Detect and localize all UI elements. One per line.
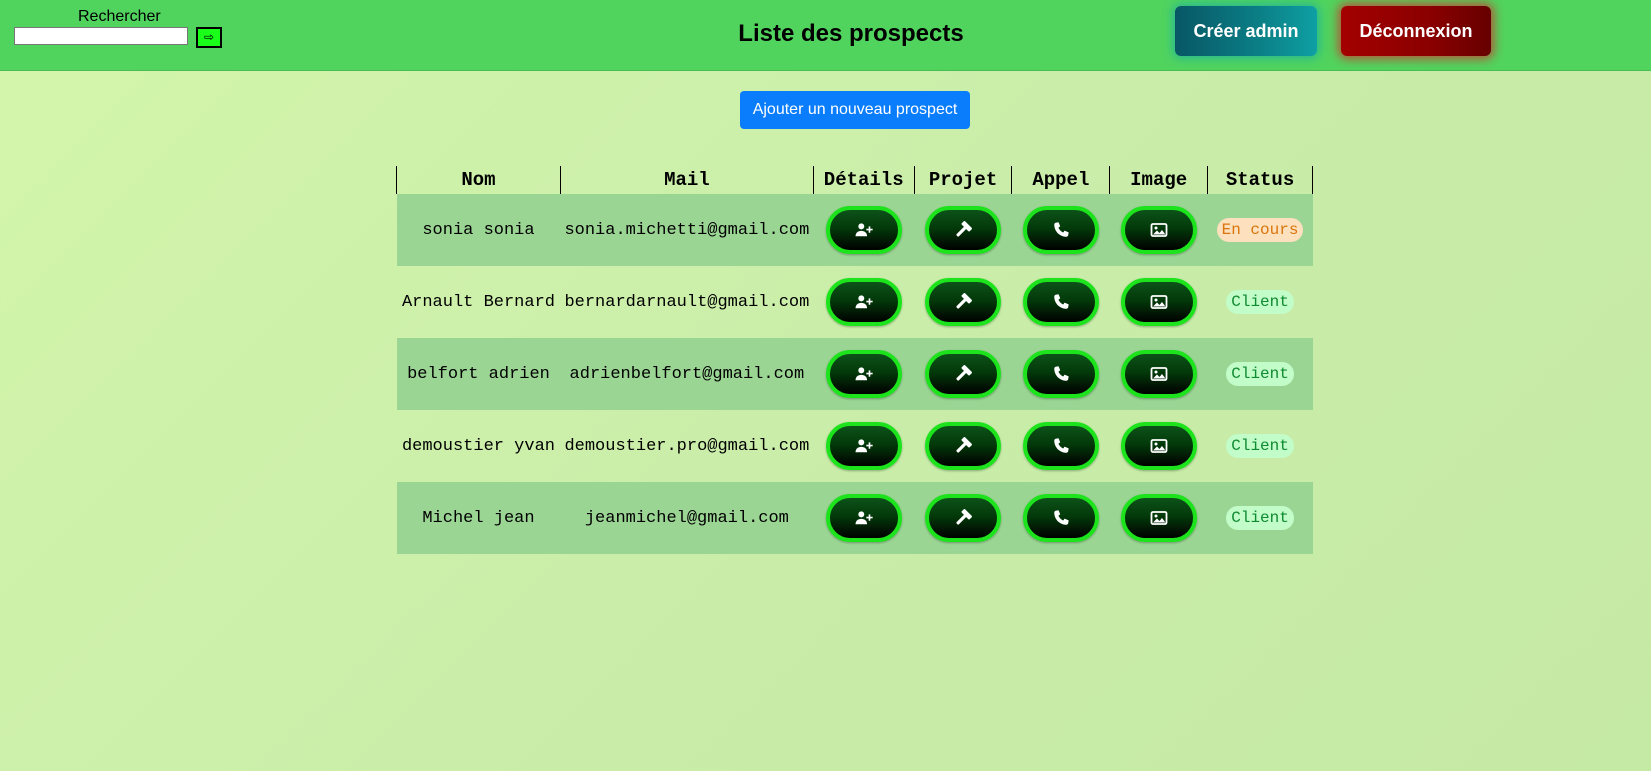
appel-button[interactable] xyxy=(1022,278,1099,326)
hammer-icon xyxy=(954,293,972,311)
projet-button-cell xyxy=(914,266,1012,338)
image-icon xyxy=(1150,365,1168,383)
appel-button-cell xyxy=(1011,194,1110,266)
status-badge: Client xyxy=(1226,506,1294,530)
projet-button-cell xyxy=(914,482,1012,554)
image-button-cell xyxy=(1110,410,1208,482)
prospects-table-body: sonia sonia sonia.michetti@gmail.com En co… xyxy=(396,194,1313,554)
image-button[interactable] xyxy=(1120,422,1197,470)
details-button[interactable] xyxy=(825,278,902,326)
projet-button-cell xyxy=(914,338,1012,410)
appel-button-cell xyxy=(1011,338,1110,410)
image-button-cell xyxy=(1110,266,1208,338)
column-header-status: Status xyxy=(1207,166,1313,194)
prospect-email: sonia.michetti@gmail.com xyxy=(560,194,814,266)
details-button-cell xyxy=(813,338,915,410)
table-header-row: Nom Mail Détails Projet Appel Image Stat… xyxy=(396,166,1313,194)
projet-button-cell xyxy=(914,410,1012,482)
top-bar: Rechercher ⇨ Liste des prospects Créer a… xyxy=(0,0,1651,71)
appel-button[interactable] xyxy=(1022,350,1099,398)
status-badge: Client xyxy=(1226,362,1294,386)
logout-button[interactable]: Déconnexion xyxy=(1341,6,1491,56)
image-icon xyxy=(1150,437,1168,455)
user-plus-icon xyxy=(855,221,873,239)
details-button-cell xyxy=(813,194,915,266)
image-button[interactable] xyxy=(1120,494,1197,542)
status-cell: Client xyxy=(1207,338,1313,410)
image-icon xyxy=(1150,293,1168,311)
prospects-table: Nom Mail Détails Projet Appel Image Stat… xyxy=(396,166,1313,554)
projet-button[interactable] xyxy=(925,422,1002,470)
column-header-image: Image xyxy=(1109,166,1209,194)
status-badge: Client xyxy=(1226,290,1294,314)
status-cell: En cours xyxy=(1207,194,1313,266)
column-header-details: Détails xyxy=(812,166,915,194)
table-row: belfort adrien adrienbelfort@gmail.com Cli… xyxy=(396,338,1313,410)
table-row: demoustier yvan demoustier.pro@gmail.com C… xyxy=(397,410,1313,482)
appel-button-cell xyxy=(1012,410,1110,482)
image-button-cell xyxy=(1109,194,1208,266)
table-row: Arnault Bernard bernardarnault@gmail.com C… xyxy=(397,266,1313,338)
status-cell: Client xyxy=(1207,482,1313,554)
prospect-name: demoustier yvan xyxy=(401,436,555,456)
prospect-email: bernardarnault@gmail.com xyxy=(564,292,810,312)
create-admin-button[interactable]: Créer admin xyxy=(1175,6,1317,56)
prospect-name: sonia sonia xyxy=(396,194,561,266)
prospect-email: jeanmichel@gmail.com xyxy=(560,482,814,554)
user-plus-icon xyxy=(855,509,873,527)
image-button-cell xyxy=(1109,482,1208,554)
appel-button[interactable] xyxy=(1022,422,1099,470)
prospect-name: belfort adrien xyxy=(396,338,561,410)
appel-button[interactable] xyxy=(1022,206,1099,254)
phone-icon xyxy=(1052,293,1070,311)
details-button[interactable] xyxy=(825,422,902,470)
column-header-projet: Projet xyxy=(913,166,1013,194)
image-button[interactable] xyxy=(1120,278,1197,326)
user-plus-icon xyxy=(855,437,873,455)
projet-button-cell xyxy=(914,194,1012,266)
projet-button[interactable] xyxy=(925,278,1002,326)
appel-button[interactable] xyxy=(1022,494,1099,542)
image-button-cell xyxy=(1109,338,1208,410)
appel-button-cell xyxy=(1012,266,1110,338)
status-badge: Client xyxy=(1226,434,1294,458)
details-button[interactable] xyxy=(825,206,902,254)
details-button[interactable] xyxy=(825,494,902,542)
details-button-cell xyxy=(813,410,914,482)
phone-icon xyxy=(1052,509,1070,527)
appel-button-cell xyxy=(1011,482,1110,554)
status-badge: En cours xyxy=(1216,218,1304,242)
projet-button[interactable] xyxy=(925,494,1002,542)
prospect-email: adrienbelfort@gmail.com xyxy=(560,338,814,410)
phone-icon xyxy=(1052,437,1070,455)
prospect-name: Michel jean xyxy=(396,482,561,554)
image-icon xyxy=(1150,221,1168,239)
hammer-icon xyxy=(954,221,972,239)
image-icon xyxy=(1150,509,1168,527)
image-button[interactable] xyxy=(1120,350,1197,398)
column-header-mail: Mail xyxy=(559,166,814,194)
table-row: Michel jean jeanmichel@gmail.com Client xyxy=(396,482,1313,554)
hammer-icon xyxy=(954,437,972,455)
phone-icon xyxy=(1052,365,1070,383)
prospect-name: Arnault Bernard xyxy=(401,292,555,312)
hammer-icon xyxy=(954,509,972,527)
status-cell: Client xyxy=(1208,410,1313,482)
projet-button[interactable] xyxy=(925,206,1002,254)
phone-icon xyxy=(1052,221,1070,239)
user-plus-icon xyxy=(855,293,873,311)
projet-button[interactable] xyxy=(925,350,1002,398)
details-button[interactable] xyxy=(825,350,902,398)
column-header-appel: Appel xyxy=(1011,166,1111,194)
prospect-email: demoustier.pro@gmail.com xyxy=(564,436,810,456)
column-header-nom: Nom xyxy=(396,166,561,194)
details-button-cell xyxy=(813,266,914,338)
details-button-cell xyxy=(813,482,915,554)
hammer-icon xyxy=(954,365,972,383)
table-row: sonia sonia sonia.michetti@gmail.com En co… xyxy=(396,194,1313,266)
user-plus-icon xyxy=(855,365,873,383)
add-prospect-button[interactable]: Ajouter un nouveau prospect xyxy=(740,91,970,129)
status-cell: Client xyxy=(1208,266,1313,338)
image-button[interactable] xyxy=(1120,206,1197,254)
